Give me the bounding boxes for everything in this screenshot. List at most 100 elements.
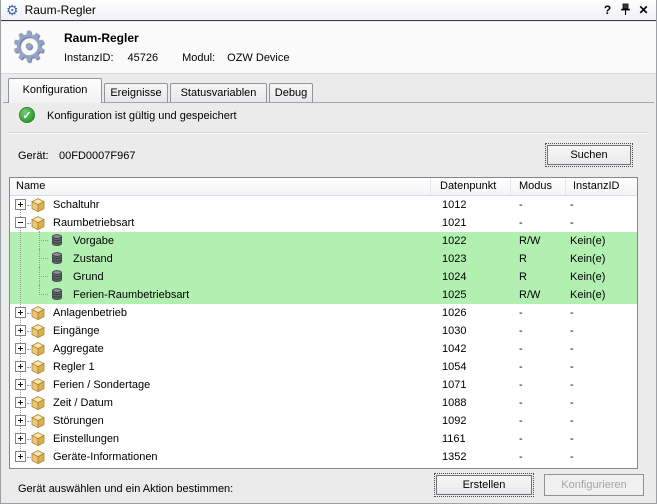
package-box-icon (30, 377, 46, 393)
create-button[interactable]: Erstellen (434, 473, 534, 497)
cell-instanzid: - (566, 196, 637, 214)
node-icon (50, 269, 66, 285)
table-row[interactable]: Ferien / Sondertage 1071 - - (10, 376, 637, 394)
cell-instanzid: - (566, 394, 637, 412)
table-row[interactable]: Aggregate 1042 - - (10, 340, 637, 358)
table-row[interactable]: Geräte-Informationen 1352 - - (10, 448, 637, 466)
tab-konfiguration[interactable]: Konfiguration (8, 78, 102, 103)
pin-icon (620, 3, 631, 16)
table-row[interactable]: Vorgabe 1022 R/W Kein(e) (10, 232, 637, 250)
window-gear-icon: ⚙ (6, 3, 19, 17)
package-box-icon (30, 341, 46, 357)
table-row[interactable]: Einstellungen 1161 - - (10, 430, 637, 448)
cell-name: Raumbetriebsart (10, 214, 431, 232)
tree-branch-line (39, 250, 48, 259)
table-row[interactable]: Grund 1024 R Kein(e) (10, 268, 637, 286)
cell-instanzid: - (566, 448, 637, 466)
cell-datenpunkt: 1030 (431, 322, 511, 340)
cell-modus: - (511, 448, 566, 466)
package-box-icon (30, 413, 46, 429)
cell-instanzid: - (566, 376, 637, 394)
cell-name: Störungen (10, 412, 431, 430)
row-label: Ferien / Sondertage (53, 376, 150, 394)
device-label: Gerät: (18, 150, 49, 162)
node-icon (30, 449, 46, 465)
datapoint-icon (50, 287, 64, 301)
table-row[interactable]: Ferien-Raumbetriebsart 1025 R/W Kein(e) (10, 286, 637, 304)
status-message: Konfiguration ist gültig und gespeichert (47, 110, 237, 122)
expander-icon[interactable] (15, 199, 26, 210)
cell-datenpunkt: 1025 (431, 286, 511, 304)
row-label: Zustand (73, 250, 113, 268)
package-box-icon (30, 197, 46, 213)
cell-instanzid: Kein(e) (566, 232, 637, 250)
cell-name: Einstellungen (10, 430, 431, 448)
titlebar: ⚙ Raum-Regler ? ✕ (1, 0, 656, 21)
table-row[interactable]: Raumbetriebsart 1021 - - (10, 214, 637, 232)
cell-datenpunkt: 1092 (431, 412, 511, 430)
expander-icon[interactable] (15, 307, 26, 318)
modul-label: Modul: (182, 52, 215, 64)
cell-modus: - (511, 412, 566, 430)
expander-icon[interactable] (15, 325, 26, 336)
table-body: Schaltuhr 1012 - - Raumbetriebsart 1021 … (10, 196, 637, 466)
help-button[interactable]: ? (600, 3, 615, 18)
expander-icon[interactable] (15, 217, 26, 228)
cell-instanzid: - (566, 358, 637, 376)
cell-modus: - (511, 358, 566, 376)
table-row[interactable]: Anlagenbetrieb 1026 - - (10, 304, 637, 322)
device-gear-icon: ⚙ (10, 22, 48, 72)
table-row[interactable]: Regler 1 1054 - - (10, 358, 637, 376)
header-subline: InstanzID:45726Modul:OZW Device (64, 52, 290, 64)
table-row[interactable]: Eingänge 1030 - - (10, 322, 637, 340)
expander-icon[interactable] (15, 361, 26, 372)
expander-icon[interactable] (15, 379, 26, 390)
cell-datenpunkt: 1088 (431, 394, 511, 412)
expander-icon[interactable] (15, 451, 26, 462)
cell-modus: - (511, 394, 566, 412)
column-header-datenpunkt[interactable]: Datenpunkt (431, 178, 511, 195)
status-ok-icon: ✓ (19, 107, 35, 123)
row-label: Grund (73, 268, 104, 286)
node-icon (50, 233, 66, 249)
cell-name: Grund (10, 268, 431, 286)
table-row[interactable]: Störungen 1092 - - (10, 412, 637, 430)
cell-name: Ferien-Raumbetriebsart (10, 286, 431, 304)
datapoint-icon (50, 233, 64, 247)
cell-instanzid: Kein(e) (566, 268, 637, 286)
expander-icon[interactable] (15, 433, 26, 444)
node-icon (30, 323, 46, 339)
tab-statusvariablen[interactable]: Statusvariablen (170, 83, 267, 102)
create-button-face[interactable]: Erstellen (436, 475, 532, 495)
package-box-icon (30, 431, 46, 447)
node-icon (30, 341, 46, 357)
close-button[interactable]: ✕ (636, 3, 651, 18)
configure-button[interactable]: Konfigurieren (544, 474, 644, 496)
node-icon (30, 305, 46, 321)
pin-button[interactable] (618, 3, 633, 18)
expander-icon[interactable] (15, 397, 26, 408)
cell-datenpunkt: 1071 (431, 376, 511, 394)
separator-line (9, 132, 647, 134)
node-icon (30, 197, 46, 213)
expander-icon[interactable] (15, 343, 26, 354)
tree-branch-line (39, 268, 48, 277)
table-row[interactable]: Zeit / Datum 1088 - - (10, 394, 637, 412)
expander-icon[interactable] (15, 415, 26, 426)
row-label: Geräte-Informationen (53, 448, 158, 466)
cell-modus: - (511, 340, 566, 358)
column-header-instanzid[interactable]: InstanzID (566, 178, 637, 195)
table-row[interactable]: Zustand 1023 R Kein(e) (10, 250, 637, 268)
search-button-face[interactable]: Suchen (547, 145, 631, 165)
package-box-icon (30, 305, 46, 321)
tab-debug[interactable]: Debug (269, 83, 313, 102)
cell-instanzid: - (566, 412, 637, 430)
tab-ereignisse[interactable]: Ereignisse (104, 83, 168, 102)
node-icon (30, 215, 46, 231)
table-row[interactable]: Schaltuhr 1012 - - (10, 196, 637, 214)
column-header-modus[interactable]: Modus (511, 178, 566, 195)
cell-name: Zeit / Datum (10, 394, 431, 412)
row-label: Regler 1 (53, 358, 95, 376)
search-button[interactable]: Suchen (545, 143, 633, 167)
column-header-name[interactable]: Name (10, 178, 431, 195)
